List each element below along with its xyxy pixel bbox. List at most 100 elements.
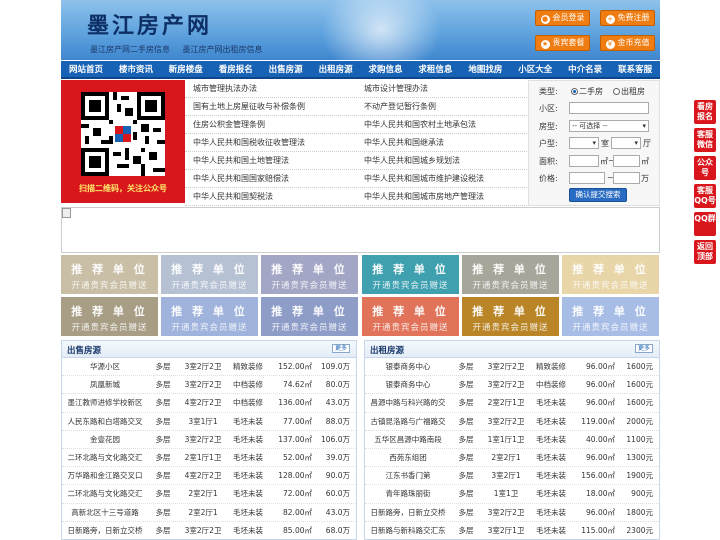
policy-link[interactable]: 中华人民共和国城乡规划法 [356, 152, 527, 169]
listing-row[interactable]: 日新路旁，日新立交桥 多层 3室2厅2卫 毛坯未装 96.00㎡ 1800元 [365, 504, 659, 522]
listing-row[interactable]: 二环北路与文化路交汇 多层 2室2厅1 毛坯未装 72.00㎡ 60.0万 [62, 485, 356, 504]
nav-map-search[interactable]: 地图找房 [460, 61, 510, 77]
listing-community[interactable]: 墨江教师进修学校新区 [62, 394, 148, 411]
listing-community[interactable]: 凤凰新城 [62, 376, 148, 393]
policy-link[interactable]: 不动产登记暂行条例 [356, 98, 527, 115]
ad-slot[interactable]: 推 荐 单 位开通贵宾会员赠送 [261, 255, 358, 294]
ad-slot[interactable]: 推 荐 单 位开通贵宾会员赠送 [362, 255, 459, 294]
listing-community[interactable]: 银泰商务中心 [365, 358, 451, 375]
policy-link[interactable]: 中华人民共和国城市房地产管理法 [356, 188, 527, 205]
listing-row[interactable]: 人民东路和白塔路交叉 多层 3室1厅1 毛坯未装 77.00㎡ 88.0万 [62, 413, 356, 431]
type-rental-option[interactable]: 出租房 [613, 86, 645, 97]
room-type-select[interactable]: -- 可选择 -- ▾ [569, 120, 649, 132]
listing-row[interactable]: 日新路旁，日新立交桥 多层 3室2厅2卫 毛坯未装 85.00㎡ 68.0万 [62, 522, 356, 539]
policy-link[interactable]: 中华人民共和国土地管理法 [185, 152, 356, 169]
listing-community[interactable]: 古镇昆洛路与广福路交 [365, 413, 451, 430]
listing-community[interactable]: 五华区昌源中路南段 [365, 431, 451, 448]
login-button[interactable]: ● 会员登录 [535, 10, 590, 26]
float-official-account[interactable]: 公众号 [694, 156, 716, 180]
nav-new-homes[interactable]: 新房楼盘 [161, 61, 211, 77]
listing-community[interactable]: 青年路珠丽街 [365, 485, 451, 502]
ad-slot[interactable]: 推 荐 单 位开通贵宾会员赠送 [562, 255, 659, 294]
listing-row[interactable]: 银泰商务中心 多层 3室2厅2卫 精致装修 96.00㎡ 1600元 [365, 358, 659, 377]
policy-link[interactable]: 中华人民共和国农村土地承包法 [356, 116, 527, 133]
nav-contact[interactable]: 联系客服 [610, 61, 660, 77]
nav-communities[interactable]: 小区大全 [510, 61, 560, 77]
listing-row[interactable]: 金壹花园 多层 3室2厅2卫 毛坯未装 137.00㎡ 106.0万 [62, 431, 356, 449]
listing-row[interactable]: 二环北路与文化路交汇 多层 2室1厅1卫 毛坯未装 52.00㎡ 39.0万 [62, 449, 356, 468]
listing-community[interactable]: 银泰商务中心 [365, 376, 451, 393]
search-submit-button[interactable]: 确认提交搜索 [569, 188, 627, 202]
policy-link[interactable]: 中华人民共和国国家赔偿法 [185, 170, 356, 187]
ad-slot[interactable]: 推 荐 单 位开通贵宾会员赠送 [362, 297, 459, 336]
float-qq-group[interactable]: QQ群 [694, 212, 716, 236]
listing-community[interactable]: 西苑东组团 [365, 449, 451, 466]
listing-row[interactable]: 江东书香门第 多层 3室2厅1 毛坯未装 156.00㎡ 1900元 [365, 467, 659, 486]
listing-row[interactable]: 昌源中路与科兴路的交 多层 2室2厅1卫 毛坯未装 96.00㎡ 1600元 [365, 394, 659, 413]
policy-link[interactable]: 中华人民共和国税收征收管理法 [185, 134, 356, 151]
ad-slot[interactable]: 推 荐 单 位开通贵宾会员赠送 [61, 255, 158, 294]
listing-row[interactable]: 古镇昆洛路与广福路交 多层 3室2厅2卫 毛坯未装 119.00㎡ 2000元 [365, 413, 659, 431]
listing-community[interactable]: 华源小区 [62, 358, 148, 375]
slogan-secondhand[interactable]: 墨江房产网二手房信息 [90, 45, 170, 54]
policy-link[interactable]: 中华人民共和国城市维护建设税法 [356, 170, 527, 187]
policy-link[interactable]: 城市管理执法办法 [185, 80, 356, 97]
listing-row[interactable]: 银泰商务中心 多层 3室2厅2卫 中档装修 96.00㎡ 1600元 [365, 376, 659, 395]
policy-link[interactable]: 住房公积金管理条例 [185, 116, 356, 133]
listing-row[interactable]: 日新路与新科路交汇东 多层 3室2厅1卫 毛坯未装 115.00㎡ 2300元 [365, 522, 659, 539]
ad-slot[interactable]: 推 荐 单 位开通贵宾会员赠送 [261, 297, 358, 336]
listing-row[interactable]: 墨江教师进修学校新区 多层 4室2厅2卫 中档装修 136.00㎡ 43.0万 [62, 394, 356, 413]
ad-slot[interactable]: 推 荐 单 位开通贵宾会员赠送 [61, 297, 158, 336]
register-button[interactable]: + 免费注册 [600, 10, 655, 26]
area-min-input[interactable] [569, 155, 599, 167]
vip-package-button[interactable]: ★ 贵宾套餐 [535, 35, 590, 51]
nav-agencies[interactable]: 中介名录 [560, 61, 610, 77]
listing-community[interactable]: 江东书香门第 [365, 467, 451, 484]
listing-row[interactable]: 五华区昌源中路南段 多层 1室1厅1卫 毛坯未装 40.00㎡ 1100元 [365, 431, 659, 449]
community-input[interactable] [569, 102, 649, 114]
nav-want-rent[interactable]: 求租信息 [410, 61, 460, 77]
policy-link[interactable]: 城市设计管理办法 [356, 80, 527, 97]
price-min-input[interactable] [569, 172, 605, 184]
listing-community[interactable]: 日新路旁，日新立交桥 [365, 504, 451, 521]
float-wechat-service[interactable]: 客服微信 [694, 128, 716, 152]
listing-community[interactable]: 二环北路与文化路交汇 [62, 449, 148, 466]
slogan-rental[interactable]: 墨江房产网出租房信息 [183, 45, 263, 54]
listing-row[interactable]: 西苑东组团 多层 2室2厅1 毛坯未装 96.00㎡ 1300元 [365, 449, 659, 468]
ad-slot[interactable]: 推 荐 单 位开通贵宾会员赠送 [462, 255, 559, 294]
policy-link[interactable]: 国有土地上房屋征收与补偿条例 [185, 98, 356, 115]
nav-want-buy[interactable]: 求购信息 [361, 61, 411, 77]
layout-room-select[interactable]: ▾ [569, 137, 599, 149]
nav-for-rent[interactable]: 出租房源 [311, 61, 361, 77]
nav-viewing-signup[interactable]: 看房报名 [211, 61, 261, 77]
listing-row[interactable]: 万华路和金江路交叉口 多层 4室2厅2卫 毛坯未装 128.00㎡ 90.0万 [62, 467, 356, 486]
banner-placeholder[interactable] [61, 207, 660, 253]
policy-link[interactable]: 中华人民共和国继承法 [356, 134, 527, 151]
float-back-to-top[interactable]: 返回顶部 [694, 240, 716, 264]
listing-row[interactable]: 高新北区十三号道路 多层 2室2厅1 毛坯未装 82.00㎡ 43.0万 [62, 504, 356, 522]
float-qq-service[interactable]: 客服QQ号 [694, 184, 716, 208]
sale-more-button[interactable]: 更多 [332, 344, 350, 353]
policy-link[interactable]: 中华人民共和国契税法 [185, 188, 356, 205]
ad-slot[interactable]: 推 荐 单 位开通贵宾会员赠送 [161, 255, 258, 294]
listing-community[interactable]: 日新路旁，日新立交桥 [62, 522, 148, 539]
nav-news[interactable]: 楼市资讯 [111, 61, 161, 77]
listing-row[interactable]: 青年路珠丽街 多层 1室1卫 毛坯未装 18.00㎡ 900元 [365, 485, 659, 504]
listing-row[interactable]: 凤凰新城 多层 3室2厅2卫 中档装修 74.62㎡ 80.0万 [62, 376, 356, 395]
rent-more-button[interactable]: 更多 [635, 344, 653, 353]
coin-recharge-button[interactable]: ¥ 金币充值 [600, 35, 655, 51]
nav-for-sale[interactable]: 出售房源 [261, 61, 311, 77]
listing-community[interactable]: 二环北路与文化路交汇 [62, 485, 148, 502]
price-max-input[interactable] [613, 172, 640, 184]
ad-slot[interactable]: 推 荐 单 位开通贵宾会员赠送 [161, 297, 258, 336]
listing-community[interactable]: 万华路和金江路交叉口 [62, 467, 148, 484]
ad-slot[interactable]: 推 荐 单 位开通贵宾会员赠送 [462, 297, 559, 336]
listing-community[interactable]: 日新路与新科路交汇东 [365, 522, 451, 539]
listing-community[interactable]: 人民东路和白塔路交叉 [62, 413, 148, 430]
ad-slot[interactable]: 推 荐 单 位开通贵宾会员赠送 [562, 297, 659, 336]
listing-community[interactable]: 金壹花园 [62, 431, 148, 448]
type-secondhand-option[interactable]: 二手房 [571, 86, 603, 97]
float-viewing-signup[interactable]: 看房报名 [694, 100, 716, 124]
nav-home[interactable]: 网站首页 [61, 61, 111, 77]
layout-hall-select[interactable]: ▾ [611, 137, 641, 149]
